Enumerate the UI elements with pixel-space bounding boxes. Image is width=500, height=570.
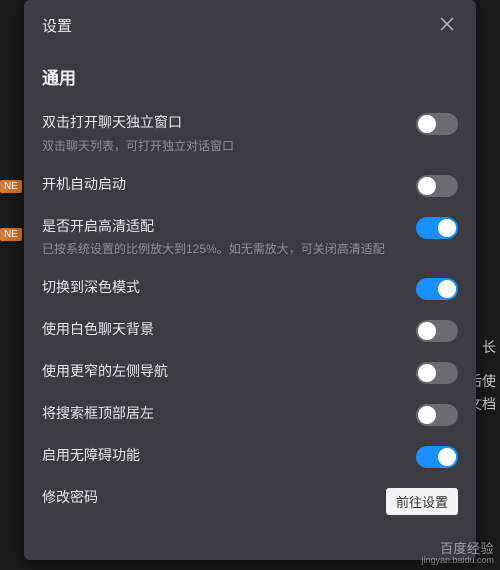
- toggle-knob: [418, 177, 436, 195]
- setting-row-left: 切换到深色模式: [42, 278, 416, 298]
- setting-label: 双击打开聊天独立窗口: [42, 113, 404, 133]
- behind-badge-2: NE: [0, 228, 22, 241]
- toggle-knob: [418, 115, 436, 133]
- toggle-switch[interactable]: [416, 217, 458, 239]
- behind-badge-1: NE: [0, 180, 22, 193]
- setting-row-left: 将搜索框顶部居左: [42, 404, 416, 424]
- settings-modal: 设置 通用 双击打开聊天独立窗口双击聊天列表，可打开独立对话窗口开机自动启动是否…: [24, 0, 476, 560]
- toggle-knob: [418, 406, 436, 424]
- behind-text-1: 长: [482, 338, 496, 358]
- setting-row-left: 是否开启高清适配已按系统设置的比例放大到125%。如无需放大，可关闭高清适配: [42, 217, 416, 259]
- modal-header: 设置: [24, 0, 476, 46]
- section-title-general: 通用: [42, 64, 458, 89]
- setting-row: 使用白色聊天背景: [42, 310, 458, 352]
- setting-label: 修改密码: [42, 488, 374, 508]
- toggle-switch[interactable]: [416, 175, 458, 197]
- toggle-switch[interactable]: [416, 278, 458, 300]
- toggle-knob: [418, 322, 436, 340]
- setting-row: 启用无障碍功能: [42, 436, 458, 478]
- setting-row-left: 双击打开聊天独立窗口双击聊天列表，可打开独立对话窗口: [42, 113, 416, 155]
- settings-scroll-area[interactable]: 通用 双击打开聊天独立窗口双击聊天列表，可打开独立对话窗口开机自动启动是否开启高…: [24, 46, 476, 560]
- setting-row-left: 修改密码: [42, 488, 386, 508]
- setting-label: 将搜索框顶部居左: [42, 404, 404, 424]
- setting-row: 将搜索框顶部居左: [42, 394, 458, 436]
- setting-row-left: 使用更窄的左侧导航: [42, 362, 416, 382]
- toggle-switch[interactable]: [416, 404, 458, 426]
- setting-desc: 双击聊天列表，可打开独立对话窗口: [42, 137, 404, 155]
- setting-desc: 已按系统设置的比例放大到125%。如无需放大，可关闭高清适配: [42, 240, 404, 258]
- setting-label: 使用白色聊天背景: [42, 320, 404, 340]
- toggle-switch[interactable]: [416, 320, 458, 342]
- setting-row-left: 开机自动启动: [42, 175, 416, 195]
- goto-settings-button[interactable]: 前往设置: [386, 488, 458, 515]
- toggle-knob: [438, 280, 456, 298]
- toggle-knob: [438, 219, 456, 237]
- setting-row-left: 启用无障碍功能: [42, 446, 416, 466]
- setting-label: 开机自动启动: [42, 175, 404, 195]
- setting-row: 是否开启高清适配已按系统设置的比例放大到125%。如无需放大，可关闭高清适配: [42, 207, 458, 269]
- toggle-switch[interactable]: [416, 362, 458, 384]
- setting-row: 修改密码前往设置: [42, 478, 458, 525]
- setting-row: 双击打开聊天独立窗口双击聊天列表，可打开独立对话窗口: [42, 103, 458, 165]
- toggle-switch[interactable]: [416, 113, 458, 135]
- setting-row: 使用更窄的左侧导航: [42, 352, 458, 394]
- modal-title: 设置: [42, 15, 72, 36]
- setting-row: 切换到深色模式: [42, 268, 458, 310]
- setting-row: 开机自动启动: [42, 165, 458, 207]
- setting-label: 使用更窄的左侧导航: [42, 362, 404, 382]
- setting-label: 是否开启高清适配: [42, 217, 404, 237]
- setting-label: 启用无障碍功能: [42, 446, 404, 466]
- toggle-knob: [418, 364, 436, 382]
- close-icon[interactable]: [436, 14, 458, 36]
- setting-label: 切换到深色模式: [42, 278, 404, 298]
- toggle-knob: [438, 448, 456, 466]
- toggle-switch[interactable]: [416, 446, 458, 468]
- setting-row-left: 使用白色聊天背景: [42, 320, 416, 340]
